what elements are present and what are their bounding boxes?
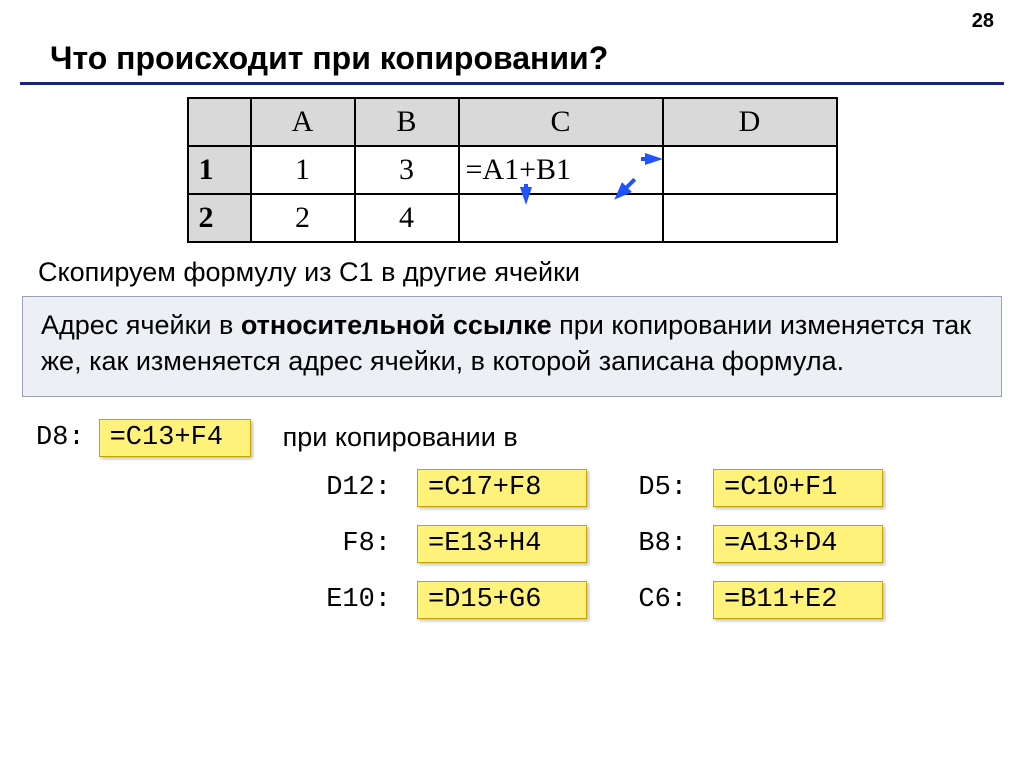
page-number: 28 [972, 10, 994, 33]
result-formula: =A13+D4 [713, 525, 883, 563]
table-row: 1 1 3 =A1+B1 [188, 146, 837, 194]
source-label: D8: [36, 423, 85, 453]
result-formula: =C10+F1 [713, 469, 883, 507]
arrow-right-icon [645, 153, 663, 165]
examples-grid: D12: =C17+F8 D5: =C10+F1 F8: =E13+H4 B8:… [305, 469, 994, 619]
examples-section: D8: =C13+F4 при копировании в D12: =C17+… [0, 397, 1024, 619]
cell-b1: 3 [355, 146, 459, 194]
result-label: E10: [305, 585, 399, 615]
info-box: Адрес ячейки в относительной ссылке при … [22, 296, 1002, 397]
row-header-1: 1 [188, 146, 251, 194]
result-label: C6: [605, 585, 695, 615]
cell-b2: 4 [355, 194, 459, 242]
result-formula: =B11+E2 [713, 581, 883, 619]
col-header-d: D [663, 98, 837, 146]
result-label: D5: [605, 473, 695, 503]
cell-a1: 1 [251, 146, 355, 194]
cell-d2 [663, 194, 837, 242]
cell-c1-text: =A1+B1 [466, 153, 572, 186]
result-label: D12: [305, 473, 399, 503]
cell-c1: =A1+B1 [459, 146, 663, 194]
source-tail: при копировании в [283, 422, 518, 453]
table-corner [188, 98, 251, 146]
row-header-2: 2 [188, 194, 251, 242]
result-formula: =D15+G6 [417, 581, 587, 619]
result-formula: =C17+F8 [417, 469, 587, 507]
spreadsheet-table: A B C D 1 1 3 =A1+B1 2 2 4 [187, 97, 838, 243]
arrow-down-icon [520, 187, 532, 205]
col-header-a: A [251, 98, 355, 146]
info-pre: Адрес ячейки в [41, 310, 241, 340]
table-row: 2 2 4 [188, 194, 837, 242]
result-label: B8: [605, 529, 695, 559]
result-formula: =E13+H4 [417, 525, 587, 563]
source-example: D8: =C13+F4 при копировании в [30, 419, 994, 457]
body-text: Скопируем формулу из С1 в другие ячейки [0, 243, 1024, 288]
cell-d1 [663, 146, 837, 194]
cell-a2: 2 [251, 194, 355, 242]
cell-c2 [459, 194, 663, 242]
col-header-c: C [459, 98, 663, 146]
source-formula: =C13+F4 [99, 419, 251, 457]
info-bold: относительной ссылке [241, 310, 552, 340]
page-title: Что происходит при копировании? [20, 0, 1004, 85]
result-label: F8: [305, 529, 399, 559]
col-header-b: B [355, 98, 459, 146]
